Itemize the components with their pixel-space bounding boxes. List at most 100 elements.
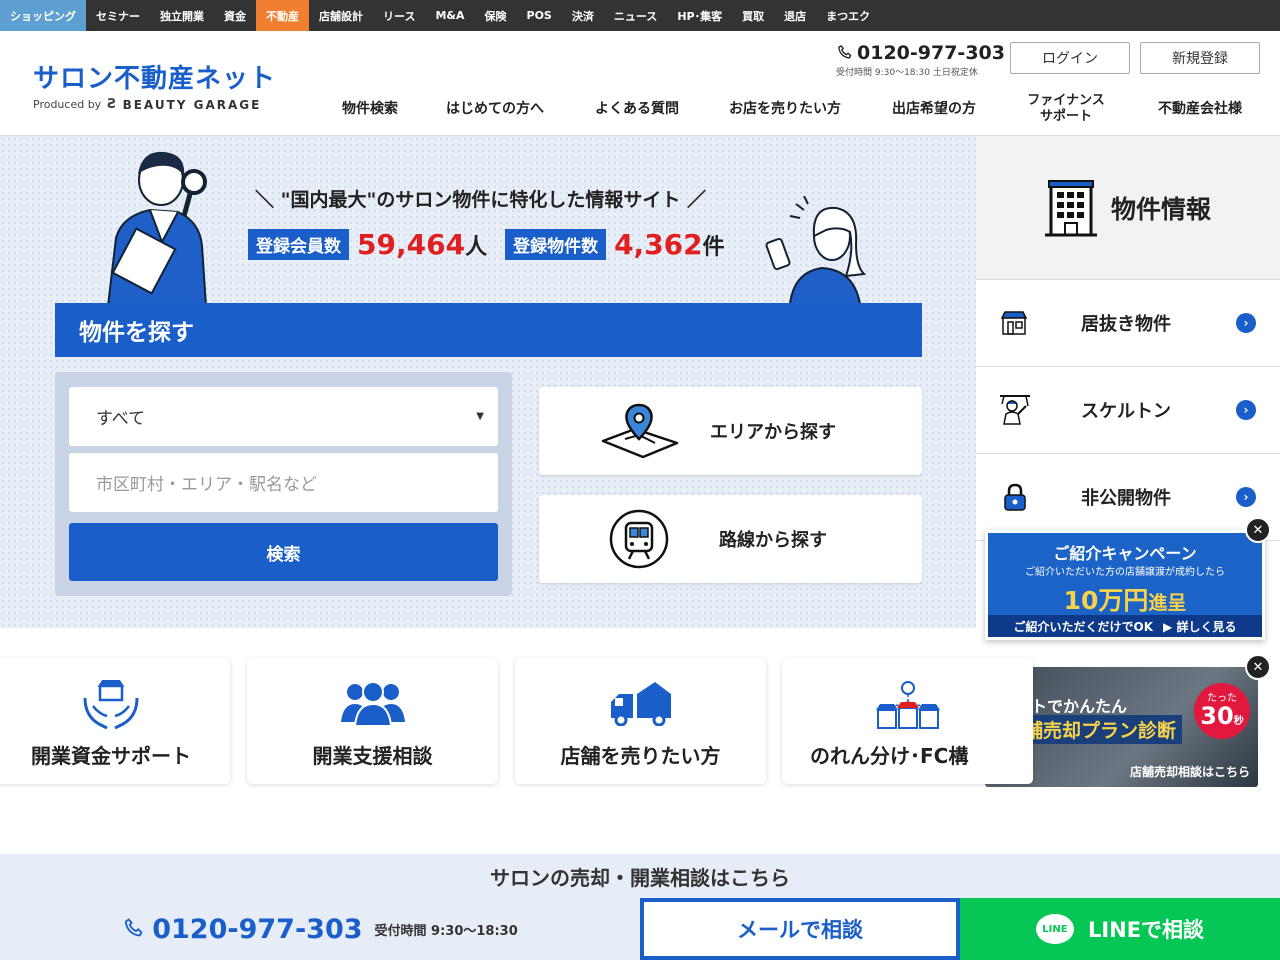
site-header: サロン不動産ネット Produced by Ƨ BEAUTY GARAGE 01… — [0, 31, 1280, 136]
search-by-route-label: 路線から探す — [719, 530, 827, 551]
main-nav: 物件検索 はじめての方へ よくある質問 お店を売りたい方 出店希望の方 ファイナ… — [320, 91, 1280, 127]
header-phone: 0120-977-303 受付時間 9:30〜18:30 土日祝定休 — [836, 42, 1005, 78]
topbar-item-news[interactable]: ニュース — [604, 0, 667, 31]
register-button[interactable]: 新規登録 — [1140, 42, 1260, 74]
search-by-route-button[interactable]: 路線から探す — [539, 495, 922, 583]
caret-down-icon: ▼ — [476, 411, 484, 422]
properties-unit: 件 — [702, 234, 725, 260]
logo-produced: Produced by — [33, 98, 102, 111]
properties-count: 4,362 — [614, 228, 703, 261]
topbar-item-ma[interactable]: M&A — [425, 0, 474, 31]
search-by-area-button[interactable]: エリアから探す — [539, 387, 922, 475]
campaign-subtitle: ご紹介いただいた方の店舗譲渡が成約したら — [1025, 567, 1225, 578]
line-consult-label: LINEで相談 — [1087, 918, 1205, 942]
close-icon[interactable]: ✕ — [1245, 654, 1271, 680]
topbar-item-hp[interactable]: HP･集客 — [667, 0, 732, 31]
topbar-item-shopping[interactable]: ショッピング — [0, 0, 86, 31]
area-search-input[interactable]: 市区町村・エリア・駅名など — [69, 453, 498, 512]
consultation-band-title: サロンの売却・開業相談はこちら — [0, 854, 1280, 898]
topbar-item-funds[interactable]: 資金 — [214, 0, 256, 31]
referral-campaign-banner[interactable]: ご紹介キャンペーン ご紹介いただいた方の店舗譲渡が成約したら 10万円進呈 ご紹… — [985, 530, 1265, 640]
side-item-skeleton-label: スケルトン — [1081, 401, 1171, 422]
topbar-item-pos[interactable]: POS — [517, 0, 562, 31]
campaign-title: ご紹介キャンペーン — [1053, 544, 1197, 563]
topbar-item-purchase[interactable]: 買取 — [732, 0, 774, 31]
nav-item-property-search[interactable]: 物件検索 — [320, 91, 420, 127]
nav-item-first-time[interactable]: はじめての方へ — [435, 91, 555, 127]
search-panel: すべて ▼ 市区町村・エリア・駅名など 検索 — [55, 372, 512, 596]
chevron-right-icon: › — [1236, 313, 1256, 333]
footer-phone-button[interactable]: 0120-977-303 受付時間 9:30～18:30 — [0, 898, 640, 960]
header-phone-hours: 受付時間 9:30〜18:30 土日祝定休 — [836, 68, 978, 78]
site-logo[interactable]: サロン不動産ネット Produced by Ƨ BEAUTY GARAGE — [33, 58, 276, 112]
category-select[interactable]: すべて ▼ — [69, 387, 498, 446]
property-info-title: 物件情報 — [1110, 194, 1211, 224]
nav-item-open-store[interactable]: 出店希望の方 — [880, 91, 988, 127]
logo-title: サロン不動産ネット — [33, 64, 277, 94]
nav-item-sell-store[interactable]: お店を売りたい方 — [720, 91, 850, 127]
businessman-illustration — [106, 151, 208, 306]
line-consult-button[interactable]: LINE LINEで相談 — [960, 898, 1280, 960]
service-card-sell[interactable]: 店舗を売りたい方 — [515, 658, 766, 784]
login-button[interactable]: ログイン — [1010, 42, 1130, 74]
nav-item-realtor[interactable]: 不動産会社様 — [1150, 91, 1250, 127]
topbar-item-realestate[interactable]: 不動産 — [256, 0, 309, 31]
hero-stats: 登録会員数 59,464 人 登録物件数 4,362 件 — [248, 228, 743, 261]
search-button[interactable]: 検索 — [69, 523, 498, 581]
train-icon — [609, 509, 669, 569]
service-card-support-label: 開業支援相談 — [312, 744, 433, 768]
hero-tagline: ＼ "国内最大"のサロン物件に特化した情報サイト ／ — [255, 189, 707, 211]
chevron-right-icon: › — [1236, 400, 1256, 420]
nav-item-finance[interactable]: ファイナンス サポート — [1013, 91, 1119, 127]
members-count: 59,464 — [357, 228, 466, 261]
chevron-right-icon: › — [1236, 487, 1256, 507]
side-item-inuki[interactable]: 居抜き物件 › — [976, 279, 1280, 366]
lock-icon — [1004, 483, 1026, 511]
hands-store-icon — [83, 680, 139, 730]
people-group-icon — [340, 681, 405, 726]
category-select-value: すべて — [96, 409, 146, 429]
map-pin-icon — [601, 403, 679, 459]
side-item-skeleton[interactable]: スケルトン › — [976, 366, 1280, 453]
service-card-support[interactable]: 開業支援相談 — [247, 658, 498, 784]
logo-subtitle: Produced by Ƨ BEAUTY GARAGE — [33, 97, 276, 112]
campaign-amount-value: 10万円 — [1063, 586, 1149, 615]
badge-unit: 秒 — [1233, 716, 1244, 727]
topbar-item-seminar[interactable]: セミナー — [86, 0, 150, 31]
logo-brand: BEAUTY GARAGE — [122, 97, 262, 112]
topbar-item-closing[interactable]: 退店 — [774, 0, 816, 31]
service-card-franchise[interactable]: のれん分け･FC構 — [782, 658, 1033, 784]
topbar-item-independence[interactable]: 独立開業 — [150, 0, 214, 31]
topbar-item-eyelash[interactable]: まつエク — [816, 0, 880, 31]
topbar-item-lease[interactable]: リース — [373, 0, 425, 31]
side-item-private-label: 非公開物件 — [1081, 488, 1171, 509]
footer-phone-number: 0120-977-303 — [152, 913, 363, 945]
line-icon: LINE — [1035, 914, 1074, 944]
woman-illustration — [765, 196, 867, 304]
side-item-inuki-label: 居抜き物件 — [1081, 314, 1171, 335]
beauty-garage-mark-icon: Ƨ — [107, 97, 117, 112]
mail-consult-button[interactable]: メールで相談 — [640, 898, 960, 960]
members-unit: 人 — [465, 234, 488, 260]
close-icon[interactable]: ✕ — [1245, 517, 1271, 543]
search-by-area-label: エリアから探す — [710, 422, 836, 443]
property-info-header: 物件情報 — [976, 136, 1280, 279]
side-item-private[interactable]: 非公開物件 › — [976, 453, 1280, 540]
service-card-funding[interactable]: 開業資金サポート — [0, 658, 230, 784]
storefront-icon — [1000, 311, 1028, 335]
topbar-item-payment[interactable]: 決済 — [562, 0, 604, 31]
campaign-amount-suffix: 進呈 — [1148, 592, 1187, 614]
header-phone-number[interactable]: 0120-977-303 — [857, 42, 1005, 64]
footer-phone-hours: 受付時間 9:30～18:30 — [374, 923, 518, 939]
franchise-stores-icon — [875, 681, 940, 729]
campaign-footer-right: ▶ 詳しく見る — [1163, 619, 1237, 634]
campaign-footer-left: ご紹介いただくだけでOK — [1013, 619, 1154, 634]
global-topbar: ショッピング セミナー 独立開業 資金 不動産 店舗設計 リース M&A 保険 … — [0, 0, 1280, 31]
nav-item-faq[interactable]: よくある質問 — [582, 91, 692, 127]
building-icon — [1044, 179, 1097, 236]
hero-section: ＼ "国内最大"のサロン物件に特化した情報サイト ／ 登録会員数 59,464 … — [0, 136, 976, 628]
topbar-item-store-design[interactable]: 店舗設計 — [309, 0, 373, 31]
service-card-funding-label: 開業資金サポート — [31, 744, 191, 768]
topbar-item-insurance[interactable]: 保険 — [475, 0, 517, 31]
badge-number: 30 — [1200, 702, 1234, 730]
